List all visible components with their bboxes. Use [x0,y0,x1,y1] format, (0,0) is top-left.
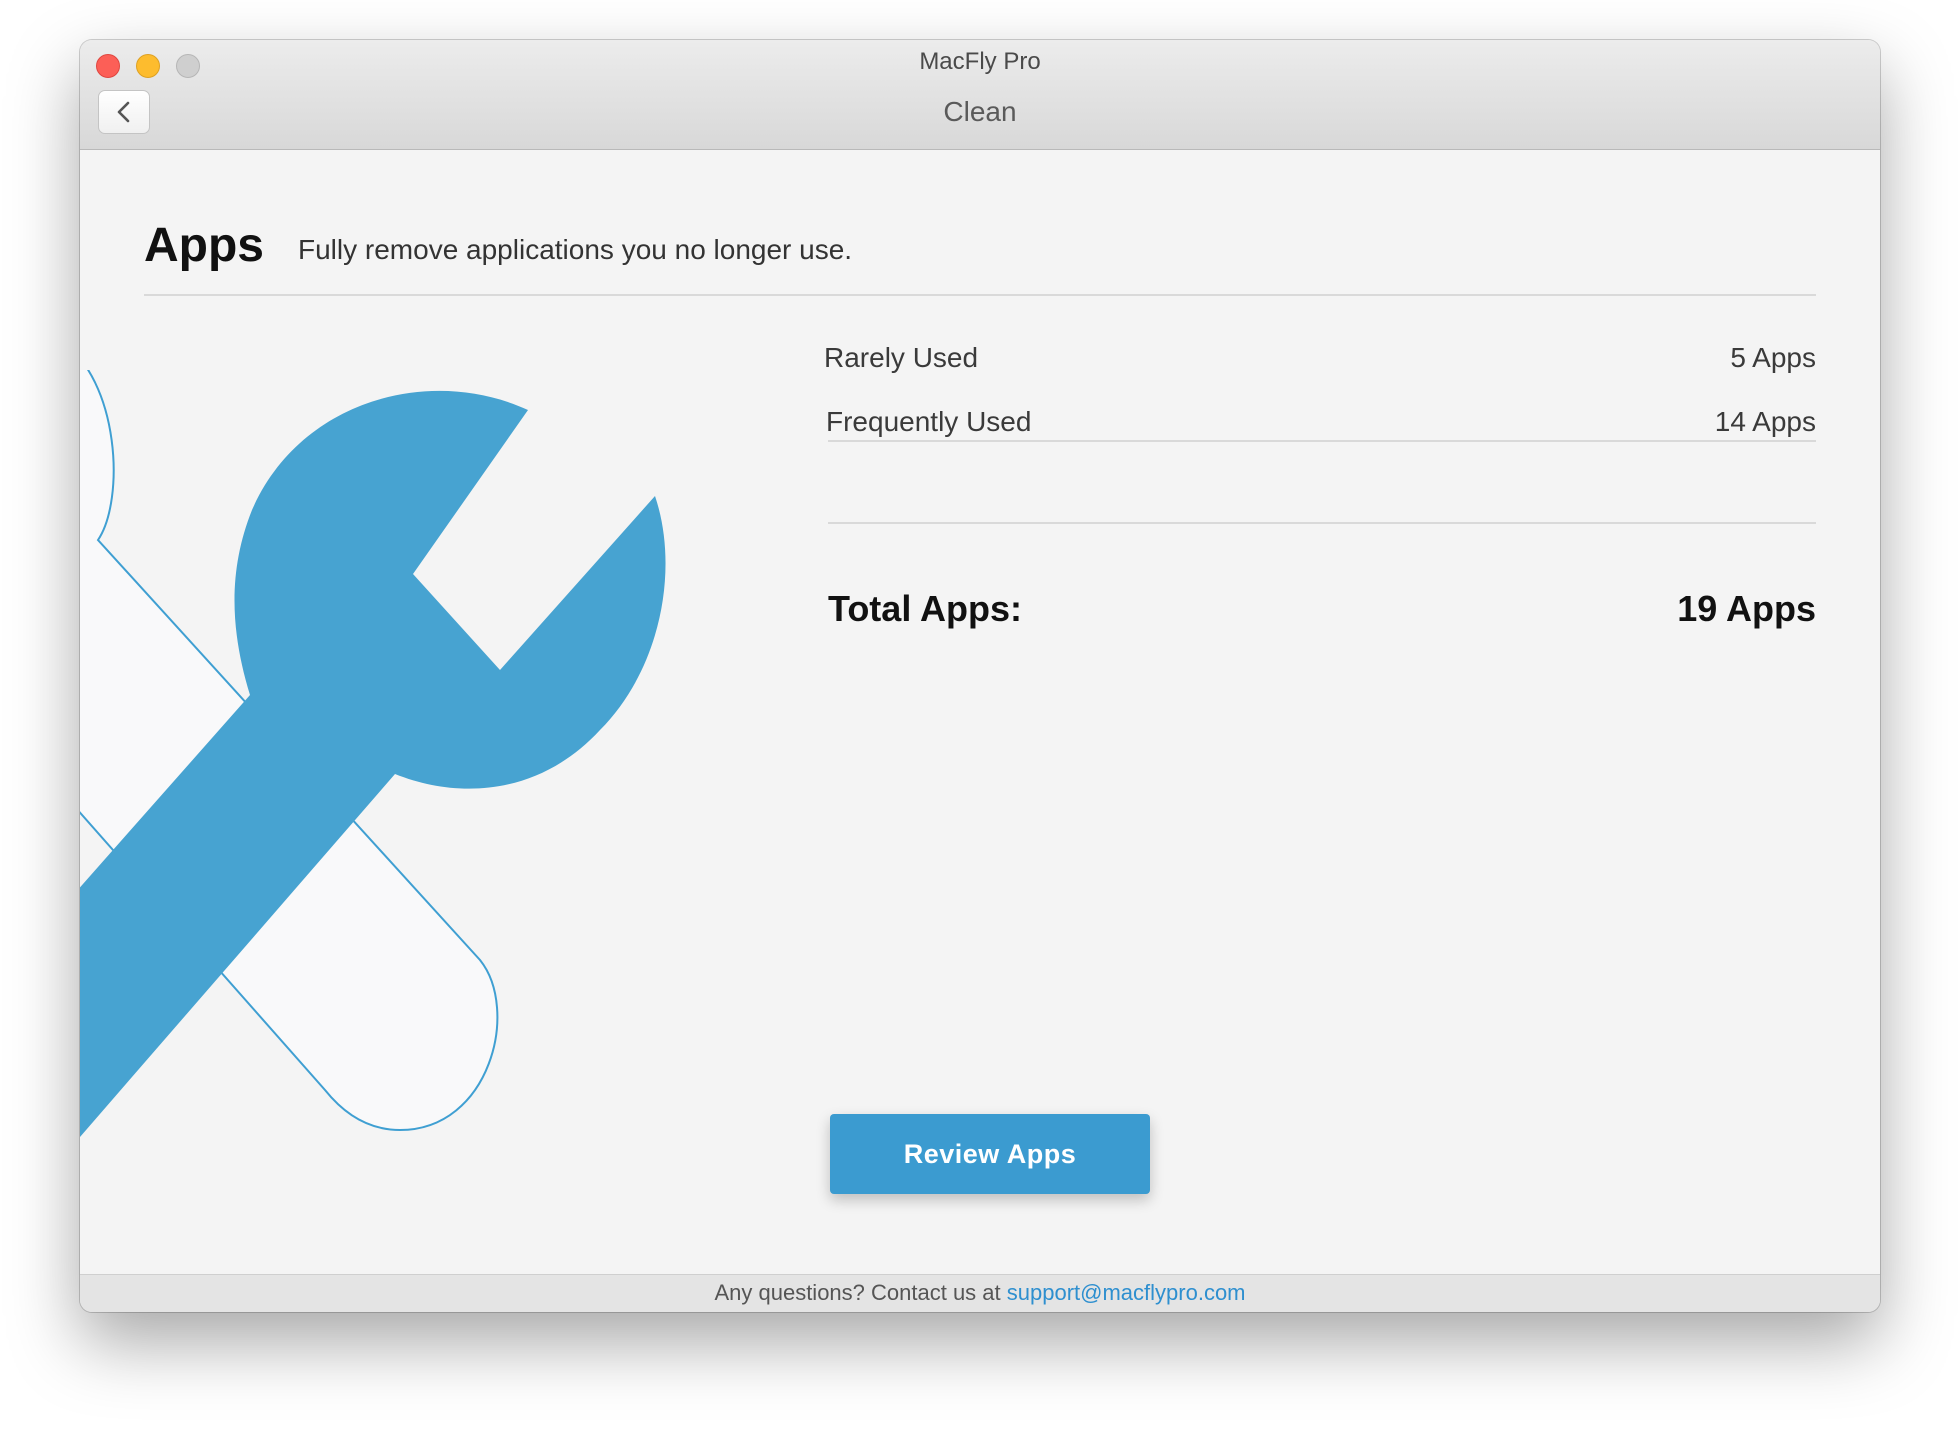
header-divider [144,294,1816,296]
footer: Any questions? Contact us at support@mac… [80,1274,1880,1312]
app-window: MacFly Pro Clean Apps Fully remove appli… [80,40,1880,1312]
app-title: MacFly Pro [919,48,1041,75]
support-email-link[interactable]: support@macflypro.com [1007,1280,1246,1305]
total-value: 19 Apps [1677,588,1816,629]
page-title: Apps [144,219,264,272]
footer-text: Any questions? Contact us at [714,1280,1007,1305]
stat-value: 14 Apps [1714,406,1816,437]
review-apps-button[interactable]: Review Apps [830,1114,1150,1194]
section-title: Clean [943,96,1017,127]
wrench-icon [80,370,666,1137]
title-bar: MacFly Pro Clean [80,40,1880,150]
page-subtitle: Fully remove applications you no longer … [298,234,853,265]
row-divider [828,522,1816,524]
stat-label: Rarely Used [824,342,979,373]
total-label: Total Apps: [828,588,1022,629]
row-divider [828,440,1816,442]
stat-label: Frequently Used [826,406,1032,437]
stat-value: 5 Apps [1730,342,1816,373]
